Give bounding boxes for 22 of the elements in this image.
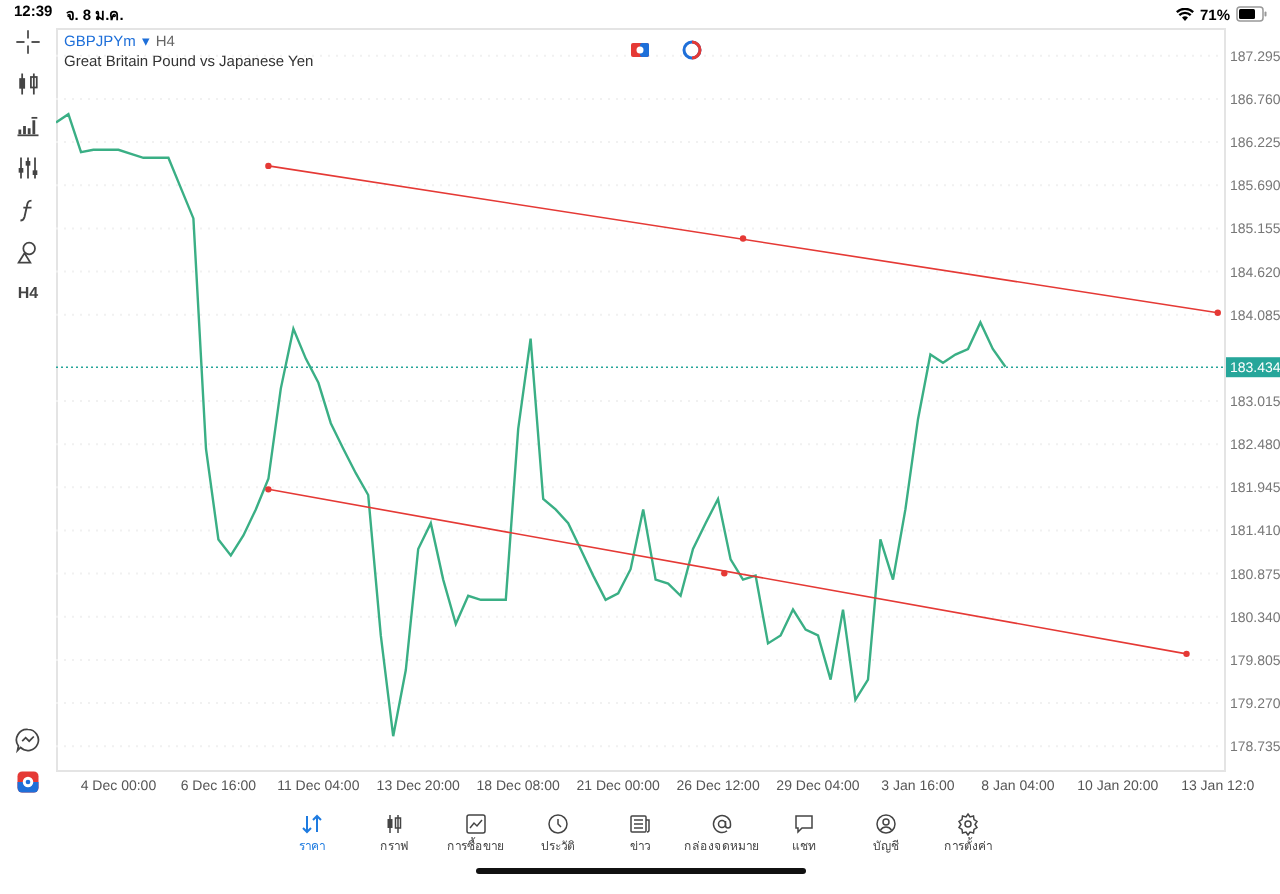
settings-icon [956,812,980,836]
bar-chart-icon[interactable] [14,112,42,140]
candlestick-icon [382,812,406,836]
chart-bubble-icon[interactable] [14,726,42,754]
signal-circle-icon[interactable] [680,38,704,62]
candlestick-icon[interactable] [14,70,42,98]
at-sign-icon [710,812,734,836]
user-icon [874,812,898,836]
arrows-icon [300,812,324,836]
trade-panel-icon[interactable] [628,38,652,62]
shapes-icon[interactable] [14,238,42,266]
line-chart-icon [464,812,488,836]
battery-icon [1236,6,1268,22]
timeframe-button[interactable]: H4 [17,280,39,308]
newspaper-icon [628,812,652,836]
sliders-icon[interactable] [14,154,42,182]
trend-line[interactable] [265,486,1190,658]
clock-icon [546,812,570,836]
wifi-icon [1175,7,1194,21]
app-logo-icon[interactable] [14,768,42,796]
speech-bubble-icon [792,812,816,836]
crosshair-icon[interactable] [14,28,42,56]
